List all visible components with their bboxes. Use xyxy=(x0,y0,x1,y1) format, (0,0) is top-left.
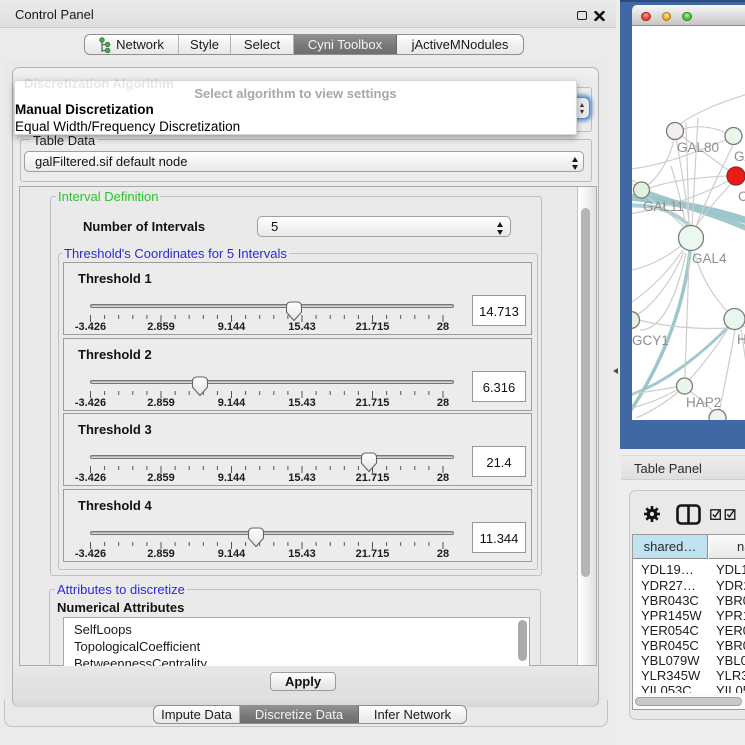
svg-text:C: C xyxy=(738,189,745,204)
svg-text:GAL4: GAL4 xyxy=(692,251,727,266)
svg-text:GAL80: GAL80 xyxy=(677,140,719,155)
svg-text:GCY1: GCY1 xyxy=(632,333,669,348)
svg-text:H: H xyxy=(737,332,745,347)
svg-text:GAL11: GAL11 xyxy=(643,199,684,214)
svg-text:GA: GA xyxy=(734,149,745,164)
svg-text:HAP2: HAP2 xyxy=(686,395,721,410)
